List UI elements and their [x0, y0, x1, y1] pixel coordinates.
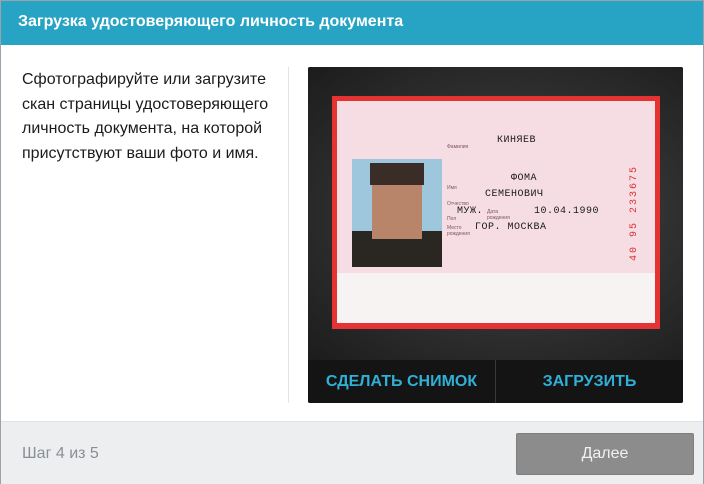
passport-name: ФОМА [511, 173, 538, 184]
passport-surname: КИНЯЕВ [497, 135, 537, 146]
take-photo-button[interactable]: СДЕЛАТЬ СНИМОК [308, 360, 495, 403]
label-birth-date: Дата рождения [487, 209, 510, 221]
passport-page-lower [337, 273, 655, 323]
dialog-footer: Шаг 4 из 5 Далее [1, 421, 703, 484]
dialog-title: Загрузка удостоверяющего личность докуме… [18, 13, 404, 30]
step-indicator: Шаг 4 из 5 [22, 445, 99, 462]
passport-sex: МУЖ. [457, 206, 484, 217]
passport-image: Фамилия КИНЯЕВ Имя ФОМА Отчество СЕМЕНОВ… [332, 96, 660, 329]
label-sex: Пол [447, 216, 457, 222]
camera-buttons: СДЕЛАТЬ СНИМОК ЗАГРУЗИТЬ [308, 360, 683, 403]
label-birth-place: Место рождения [447, 225, 470, 237]
passport-photo [352, 159, 442, 267]
camera-panel: Фамилия КИНЯЕВ Имя ФОМА Отчество СЕМЕНОВ… [308, 67, 683, 403]
upload-button[interactable]: ЗАГРУЗИТЬ [496, 360, 683, 403]
divider [288, 67, 289, 403]
label-surname: Фамилия [447, 144, 469, 150]
dialog-header: Загрузка удостоверяющего личность докуме… [1, 1, 703, 45]
upload-dialog: Загрузка удостоверяющего личность докуме… [0, 0, 704, 484]
photo-hair [370, 163, 424, 185]
passport-serial: 40 95 233675 [629, 165, 640, 262]
passport-page: Фамилия КИНЯЕВ Имя ФОМА Отчество СЕМЕНОВ… [337, 101, 655, 323]
next-button[interactable]: Далее [516, 433, 694, 475]
passport-birth-date: 10.04.1990 [534, 206, 600, 217]
camera-preview: Фамилия КИНЯЕВ Имя ФОМА Отчество СЕМЕНОВ… [308, 67, 683, 360]
passport-birth-place: ГОР. МОСКВА [475, 222, 547, 233]
label-name: Имя [447, 185, 457, 191]
passport-patronymic: СЕМЕНОВИЧ [485, 189, 544, 200]
instructions-text: Сфотографируйте или загрузите скан стран… [22, 71, 269, 162]
